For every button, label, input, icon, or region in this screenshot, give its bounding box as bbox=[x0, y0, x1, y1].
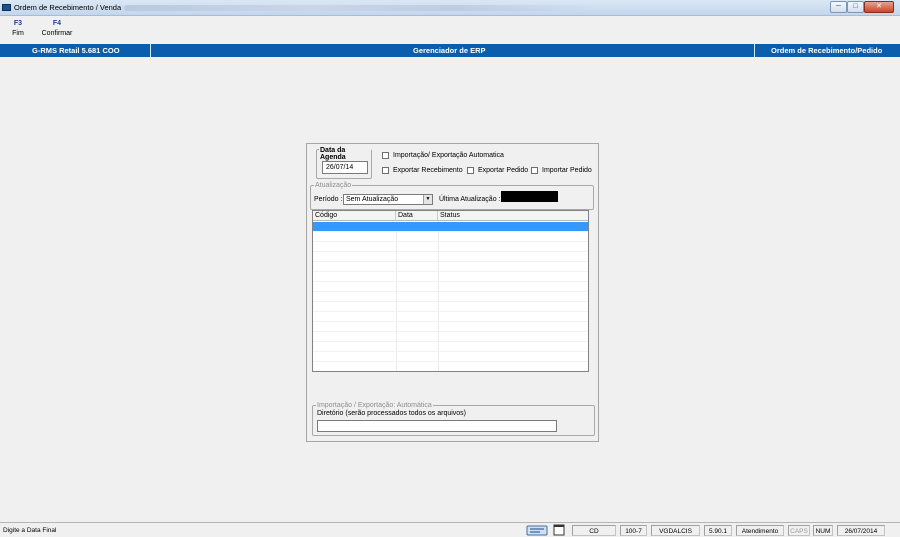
status-caps: CAPS bbox=[788, 525, 810, 536]
function-key-toolbar: F3 Fim F4 Confirmar bbox=[0, 16, 900, 44]
fim-button[interactable]: F3 Fim bbox=[6, 20, 30, 37]
checkbox-label: Exportar Recebimento bbox=[393, 167, 463, 174]
chevron-down-icon[interactable]: ▼ bbox=[423, 195, 432, 204]
periodo-select[interactable]: Sem Atualização ▼ bbox=[343, 194, 433, 205]
app-icon bbox=[2, 4, 11, 11]
atualizacao-group: Atualização Período : Sem Atualização ▼ … bbox=[310, 182, 594, 210]
close-icon[interactable]: ✕ bbox=[864, 1, 894, 13]
export-pedido-checkbox[interactable]: Exportar Pedido bbox=[467, 167, 528, 174]
confirmar-button[interactable]: F4 Confirmar bbox=[38, 20, 76, 37]
module-header: G-RMS Retail 5.681 COO Gerenciador de ER… bbox=[0, 44, 900, 57]
header-center: Gerenciador de ERP bbox=[413, 46, 486, 55]
table-row[interactable] bbox=[313, 272, 588, 282]
column-codigo[interactable]: Código bbox=[313, 211, 396, 221]
status-date: 26/07/2014 bbox=[837, 525, 885, 536]
table-row[interactable] bbox=[313, 292, 588, 302]
window-controls: ─ □ ✕ bbox=[830, 1, 894, 13]
header-separator bbox=[754, 44, 755, 57]
status-code: 100-7 bbox=[620, 525, 647, 536]
blurred-title-area bbox=[124, 5, 594, 11]
checkbox-box bbox=[382, 167, 389, 174]
checkbox-label: Importar Pedido bbox=[542, 167, 592, 174]
status-mode: Atendimento bbox=[736, 525, 784, 536]
status-user: VGDALCIS bbox=[651, 525, 700, 536]
table-row[interactable] bbox=[313, 342, 588, 352]
periodo-label: Período : bbox=[314, 196, 343, 203]
agenda-group: Data da Agenda 26/07/14 bbox=[316, 147, 372, 179]
header-right: Ordem de Recebimento/Pedido bbox=[771, 46, 883, 55]
status-num: NUM bbox=[813, 525, 833, 536]
confirmar-key: F4 bbox=[52, 20, 62, 27]
ultima-atualizacao-label: Última Atualização : bbox=[439, 196, 501, 203]
table-row[interactable] bbox=[313, 232, 588, 242]
atualizacao-legend: Atualização bbox=[314, 182, 353, 189]
diretorio-label: Diretório (serão processados todos os ar… bbox=[317, 410, 467, 417]
agenda-date-input[interactable]: 26/07/14 bbox=[322, 161, 368, 174]
table-row[interactable] bbox=[313, 312, 588, 322]
checkbox-label: Exportar Pedido bbox=[478, 167, 529, 174]
checkbox-box bbox=[531, 167, 538, 174]
table-row[interactable] bbox=[313, 262, 588, 272]
ultima-atualizacao-field bbox=[501, 191, 558, 202]
importacao-group: Importação / Exportação: Automática Dire… bbox=[312, 402, 595, 436]
status-cd: CD bbox=[572, 525, 616, 536]
header-left: G-RMS Retail 5.681 COO bbox=[32, 46, 120, 55]
fim-label: Fim bbox=[12, 30, 24, 37]
table-row[interactable] bbox=[313, 282, 588, 292]
status-version: 5.90.1 bbox=[704, 525, 732, 536]
window-title: Ordem de Recebimento / Venda bbox=[14, 3, 122, 12]
minimize-icon[interactable]: ─ bbox=[830, 1, 847, 13]
checkbox-box bbox=[467, 167, 474, 174]
confirmar-label: Confirmar bbox=[41, 30, 73, 37]
status-bar: Digite a Data Final CD 100-7 VGDALCIS 5.… bbox=[0, 522, 900, 537]
periodo-value: Sem Atualização bbox=[346, 196, 399, 203]
main-panel: Data da Agenda 26/07/14 Importação/ Expo… bbox=[306, 143, 599, 442]
table-row[interactable] bbox=[313, 242, 588, 252]
table-row[interactable] bbox=[313, 352, 588, 362]
fim-key: F3 bbox=[13, 20, 23, 27]
import-pedido-checkbox[interactable]: Importar Pedido bbox=[531, 167, 592, 174]
diretorio-input[interactable] bbox=[317, 420, 557, 432]
importacao-legend: Importação / Exportação: Automática bbox=[316, 402, 433, 409]
table-row[interactable] bbox=[313, 222, 588, 232]
agenda-label: Data da Agenda bbox=[319, 147, 371, 161]
table-row[interactable] bbox=[313, 322, 588, 332]
status-message: Digite a Data Final bbox=[3, 527, 57, 534]
column-data[interactable]: Data bbox=[396, 211, 438, 221]
table-row[interactable] bbox=[313, 332, 588, 342]
results-grid[interactable]: Código Data Status bbox=[312, 210, 589, 372]
document-icon bbox=[552, 524, 566, 536]
checkbox-box bbox=[382, 152, 389, 159]
table-row[interactable] bbox=[313, 252, 588, 262]
keyboard-icon bbox=[526, 524, 548, 536]
grid-header: Código Data Status bbox=[313, 211, 588, 221]
export-recebimento-checkbox[interactable]: Exportar Recebimento bbox=[382, 167, 463, 174]
header-separator bbox=[150, 44, 151, 57]
table-row[interactable] bbox=[313, 302, 588, 312]
window-titlebar: Ordem de Recebimento / Venda ─ □ ✕ bbox=[0, 0, 900, 16]
auto-import-export-checkbox[interactable]: Importação/ Exportação Automatica bbox=[382, 152, 504, 159]
maximize-icon[interactable]: □ bbox=[847, 1, 864, 13]
checkbox-label: Importação/ Exportação Automatica bbox=[393, 152, 504, 159]
column-status[interactable]: Status bbox=[438, 211, 588, 221]
table-row[interactable] bbox=[313, 362, 588, 371]
